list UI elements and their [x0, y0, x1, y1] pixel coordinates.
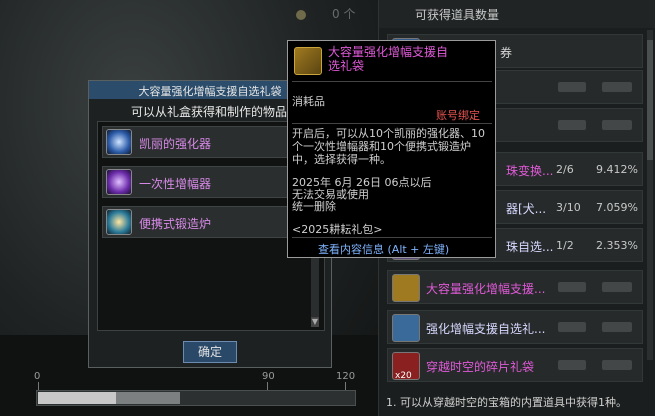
fragment-bag-icon: x20	[392, 352, 420, 381]
amplifier-icon	[106, 169, 132, 195]
panel-header: 可获得道具数量	[379, 0, 655, 28]
item-label: 便携式锻造炉	[139, 217, 212, 231]
blurred-value	[558, 82, 586, 92]
expiry-info: 2025年 6月 26日 06点以后 无法交易或使用 统一删除	[292, 176, 432, 213]
divider	[292, 81, 492, 82]
coin-icon	[296, 9, 306, 20]
confirm-button[interactable]: 确定	[183, 341, 237, 363]
item-tooltip: 大容量强化增幅支援自选礼袋 消耗品 账号绑定 开启后，可以从10个凯丽的强化器、…	[287, 40, 496, 258]
item-type: 消耗品	[292, 95, 325, 108]
item-name: 大容量强化增幅支援...	[426, 282, 546, 296]
blurred-value	[602, 282, 632, 292]
item-probability: 2.353%	[596, 239, 638, 252]
item-name: 珠自选...	[506, 240, 554, 254]
item-count: 3/10	[556, 201, 581, 214]
scroll-down-icon[interactable]: ▼	[311, 317, 319, 327]
panel-footer-note: 1. 可以从穿越时空的宝箱的内置道具中获得1种。	[386, 396, 627, 409]
item-probability: 9.412%	[596, 163, 638, 176]
slider-tick	[345, 382, 346, 390]
enhancer-icon	[106, 129, 132, 155]
item-label: 一次性增幅器	[139, 177, 212, 191]
blurred-value	[558, 360, 586, 370]
slider-min-label: 0	[34, 371, 41, 382]
bind-status: 账号绑定	[436, 109, 480, 122]
item-description: 开启后，可以从10个凯丽的强化器、10个一次性增幅器和10个便携式锻造炉中，选择…	[292, 127, 485, 166]
blurred-value	[602, 322, 632, 332]
blurred-value	[558, 120, 586, 130]
list-item[interactable]: 一次性增幅器	[102, 166, 310, 198]
blurred-value	[602, 360, 632, 370]
gift-bag-icon	[392, 274, 420, 302]
slider-fill-secondary	[116, 392, 180, 404]
item-name: 强化增幅支援自选礼...	[426, 322, 546, 336]
item-count: 1/2	[556, 239, 574, 252]
slider-tick	[267, 382, 268, 390]
item-count: 2/6	[556, 163, 574, 176]
gift-bag-icon	[392, 314, 420, 342]
blurred-value	[602, 120, 632, 130]
item-name: 券	[500, 46, 513, 60]
item-name: 穿越时空的碎片礼袋	[426, 360, 535, 374]
slider-fill	[38, 392, 116, 404]
slider-mark-label: 90	[262, 371, 275, 382]
slider-max-label: 120	[336, 371, 356, 382]
panel-scrollthumb[interactable]	[647, 40, 653, 160]
gift-bag-icon	[294, 47, 322, 75]
item-row[interactable]: 大容量强化增幅支援...	[387, 270, 643, 304]
blurred-value	[602, 82, 632, 92]
item-row[interactable]: x20 穿越时空的碎片礼袋	[387, 348, 643, 382]
quantity-badge: x20	[395, 371, 412, 381]
top-counter: 0 个	[296, 5, 376, 23]
list-item[interactable]: 便携式锻造炉	[102, 206, 310, 238]
item-row[interactable]: 强化增幅支援自选礼...	[387, 310, 643, 344]
blurred-value	[558, 322, 586, 332]
slider-tick	[38, 382, 39, 390]
tooltip-title: 大容量强化增幅支援自选礼袋	[328, 45, 449, 73]
item-name: 珠变换...	[506, 164, 554, 178]
divider	[292, 123, 492, 124]
item-label: 凯丽的强化器	[139, 137, 212, 151]
blurred-value	[558, 282, 586, 292]
view-contents-hint: 查看内容信息 (Alt + 左键)	[318, 243, 450, 256]
item-name: 器[犬...	[506, 202, 547, 216]
divider	[292, 237, 492, 238]
forge-icon	[106, 209, 132, 235]
list-item[interactable]: 凯丽的强化器	[102, 126, 310, 158]
package-name: <2025耕耘礼包>	[292, 223, 383, 236]
item-probability: 7.059%	[596, 201, 638, 214]
